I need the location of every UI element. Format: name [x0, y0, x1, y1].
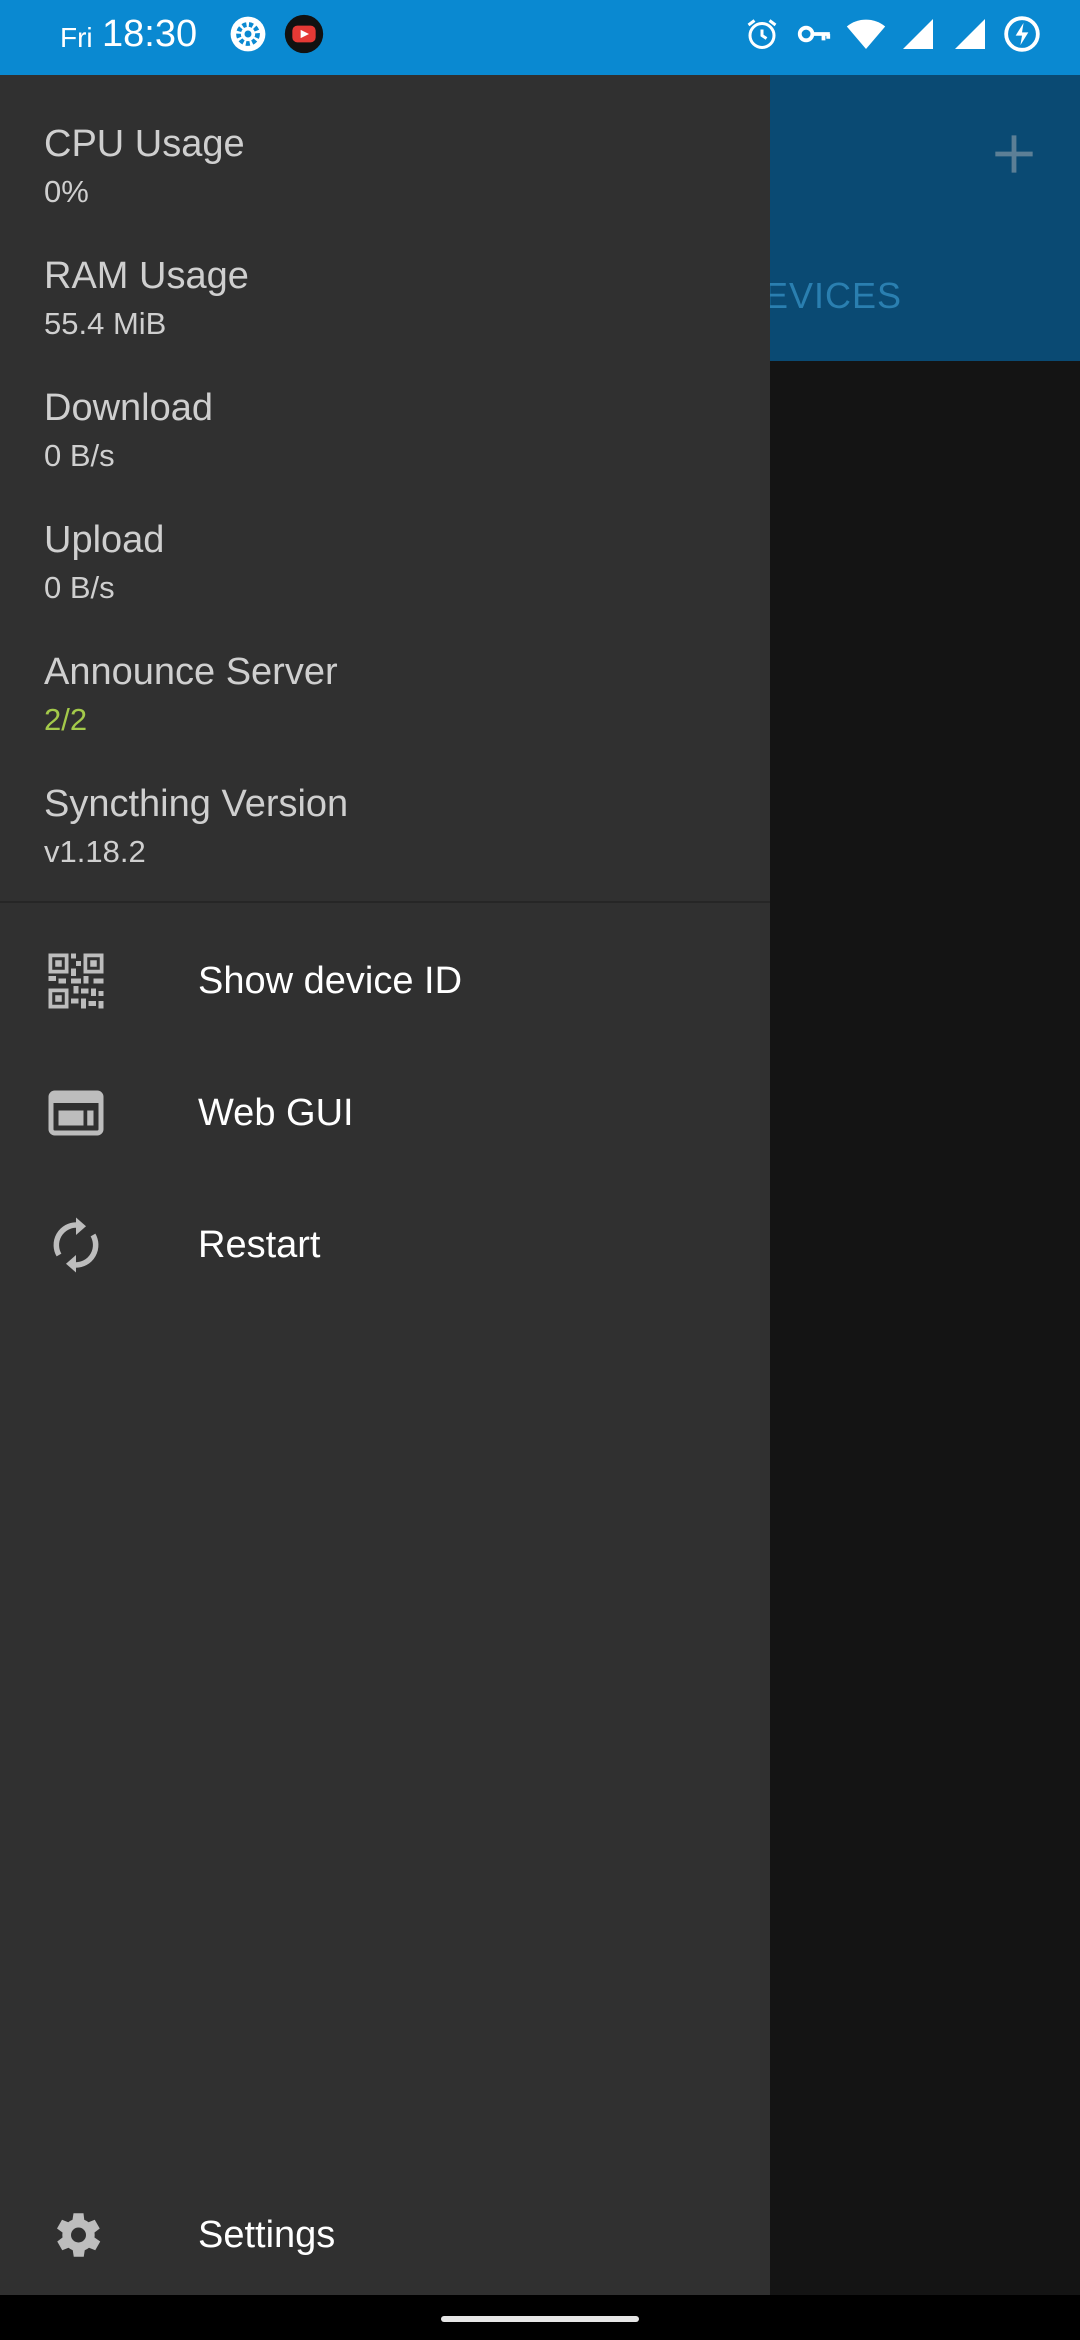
stat-value: 0%: [44, 174, 89, 209]
status-day: Fri: [60, 22, 93, 53]
signal-icon: [950, 14, 990, 54]
stat-label: CPU Usage: [44, 123, 245, 165]
restart-icon: [44, 1213, 108, 1277]
tab-devices[interactable]: EVICES: [764, 275, 902, 317]
status-time: 18:30: [102, 13, 198, 55]
stat-value: 55.4 MiB: [44, 306, 167, 341]
stat-syncthing-version: Syncthing Version v1.18.2: [44, 783, 348, 870]
web-gui-icon: [44, 1081, 108, 1145]
stat-upload: Upload 0 B/s: [44, 519, 164, 606]
menu-restart[interactable]: Restart: [0, 1185, 770, 1305]
add-button[interactable]: [982, 122, 1046, 186]
navigation-drawer: CPU Usage 0% RAM Usage 55.4 MiB Download…: [0, 75, 770, 2295]
stat-value: 0 B/s: [44, 570, 115, 605]
notification-icons: [228, 14, 324, 54]
signal-icon: [898, 14, 938, 54]
battery-charging-icon: [1002, 14, 1042, 54]
menu-settings[interactable]: Settings: [0, 2175, 770, 2295]
youtube-notification-icon: [284, 14, 324, 54]
stat-label: Syncthing Version: [44, 783, 349, 825]
stat-label: RAM Usage: [44, 255, 249, 297]
stat-label: Announce Server: [44, 651, 338, 693]
gesture-handle[interactable]: [441, 2316, 639, 2322]
gear-notification-icon: [228, 14, 268, 54]
wifi-icon: [846, 14, 886, 54]
menu-label: Settings: [198, 2213, 336, 2256]
stat-value: 0 B/s: [44, 438, 115, 473]
system-icons: [742, 14, 1042, 54]
menu-show-device-id[interactable]: Show device ID: [0, 921, 770, 1041]
settings-icon: [44, 2203, 108, 2267]
menu-label: Web GUI: [198, 1091, 354, 1134]
stat-label: Download: [44, 387, 213, 429]
menu-web-gui[interactable]: Web GUI: [0, 1053, 770, 1173]
divider: [0, 901, 770, 903]
stat-cpu-usage: CPU Usage 0%: [44, 123, 245, 210]
alarm-icon: [742, 14, 782, 54]
status-bar: Fri 18:30: [0, 0, 1080, 75]
qr-code-icon: [44, 949, 108, 1013]
plus-icon: [995, 135, 1033, 173]
stat-value: v1.18.2: [44, 834, 146, 869]
menu-label: Restart: [198, 1223, 321, 1266]
stat-value: 2/2: [44, 702, 88, 737]
stat-ram-usage: RAM Usage 55.4 MiB: [44, 255, 249, 342]
vpn-key-icon: [794, 14, 834, 54]
stat-label: Upload: [44, 519, 165, 561]
stat-download: Download 0 B/s: [44, 387, 213, 474]
stat-announce-server: Announce Server 2/2: [44, 651, 338, 738]
menu-label: Show device ID: [198, 959, 463, 1002]
